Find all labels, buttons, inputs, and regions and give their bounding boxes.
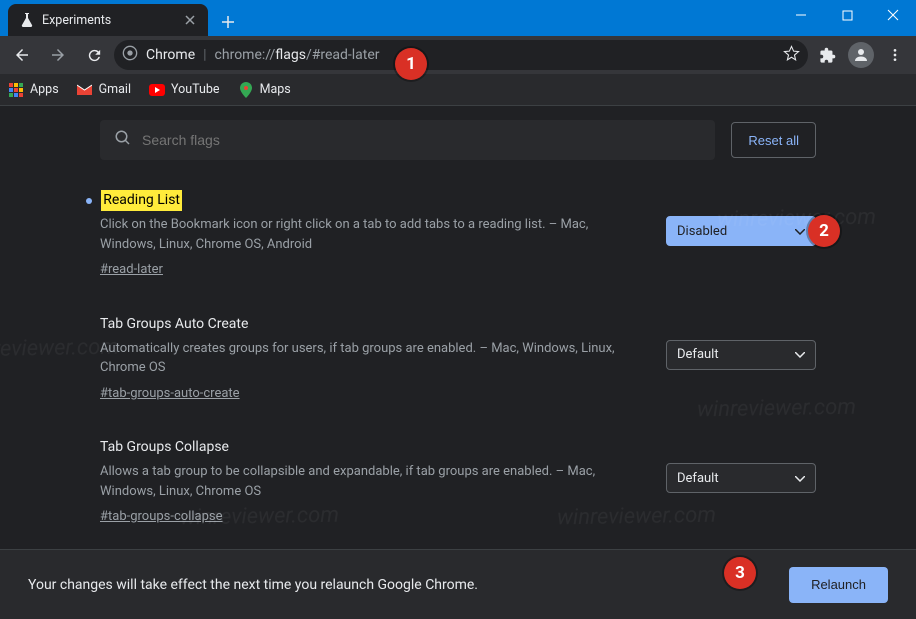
flag-item: Reading List Click on the Bookmark icon … [100,190,816,280]
omnibox-site-label: Chrome [146,47,195,63]
new-tab-button[interactable] [214,8,242,36]
bookmark-label: Maps [260,82,291,97]
annotation-badge-1: 1 [395,48,427,80]
flag-title: Reading List [101,190,182,211]
chevron-down-icon [795,224,805,239]
annotation-badge-3: 3 [724,557,756,589]
menu-icon[interactable] [880,40,910,70]
relaunch-bar: Your changes will take effect the next t… [0,549,916,619]
browser-tab[interactable]: Experiments [8,4,208,36]
profile-avatar[interactable] [846,40,876,70]
chevron-down-icon [795,347,805,362]
star-icon[interactable] [783,45,800,66]
minimize-button[interactable] [778,0,824,30]
flag-title: Tab Groups Auto Create [100,314,248,335]
relaunch-button[interactable]: Relaunch [789,567,888,603]
bullet-icon [86,198,92,204]
address-bar[interactable]: Chrome | chrome://flags/#read-later [114,40,808,70]
relaunch-message: Your changes will take effect the next t… [28,577,478,593]
flag-title: Tab Groups Collapse [100,437,229,458]
youtube-bookmark[interactable]: YouTube [149,82,220,98]
page-content: Reset all Reading List Click on the Book… [0,106,916,619]
search-icon [114,129,132,151]
flag-dropdown-value: Default [677,347,719,362]
close-window-button[interactable] [870,0,916,30]
flag-item: Tab Groups Collapse Allows a tab group t… [100,437,816,527]
gmail-bookmark[interactable]: Gmail [77,82,131,98]
flag-anchor-link[interactable]: #tab-groups-collapse [100,507,223,527]
omnibox-url: chrome://flags/#read-later [215,47,775,63]
flag-description: Click on the Bookmark icon or right clic… [100,215,646,254]
chrome-logo-icon [122,45,138,65]
flag-dropdown[interactable]: Default [666,340,816,370]
back-button[interactable] [6,39,38,71]
flag-dropdown[interactable]: Disabled [666,216,816,246]
search-flags-box[interactable] [100,120,715,160]
extensions-icon[interactable] [812,40,842,70]
bookmark-label: Apps [30,82,59,97]
search-flags-input[interactable] [142,132,701,148]
reset-all-button[interactable]: Reset all [731,122,816,158]
bookmark-label: YouTube [171,82,220,97]
gmail-icon [77,82,93,98]
flag-dropdown[interactable]: Default [666,463,816,493]
forward-button[interactable] [42,39,74,71]
maximize-button[interactable] [824,0,870,30]
flag-dropdown-value: Disabled [677,224,727,239]
flag-dropdown-value: Default [677,471,719,486]
toolbar: Chrome | chrome://flags/#read-later [0,36,916,74]
maps-bookmark[interactable]: Maps [238,82,291,98]
tab-title: Experiments [42,13,111,28]
flag-item: Tab Groups Auto Create Automatically cre… [100,314,816,404]
bookmarks-bar: Apps Gmail YouTube Maps [0,74,916,106]
flag-anchor-link[interactable]: #read-later [100,260,163,280]
maps-icon [238,82,254,98]
annotation-badge-2: 2 [808,215,840,247]
apps-shortcut[interactable]: Apps [8,82,59,98]
bookmark-label: Gmail [99,82,131,97]
flag-description: Automatically creates groups for users, … [100,339,646,378]
chevron-down-icon [795,471,805,486]
apps-grid-icon [8,82,24,98]
reload-button[interactable] [78,39,110,71]
tab-close-icon[interactable] [182,12,198,28]
youtube-icon [149,82,165,98]
flag-description: Allows a tab group to be collapsible and… [100,462,646,501]
flag-anchor-link[interactable]: #tab-groups-auto-create [100,384,240,404]
flask-icon [20,13,34,27]
titlebar: Experiments [0,0,916,36]
